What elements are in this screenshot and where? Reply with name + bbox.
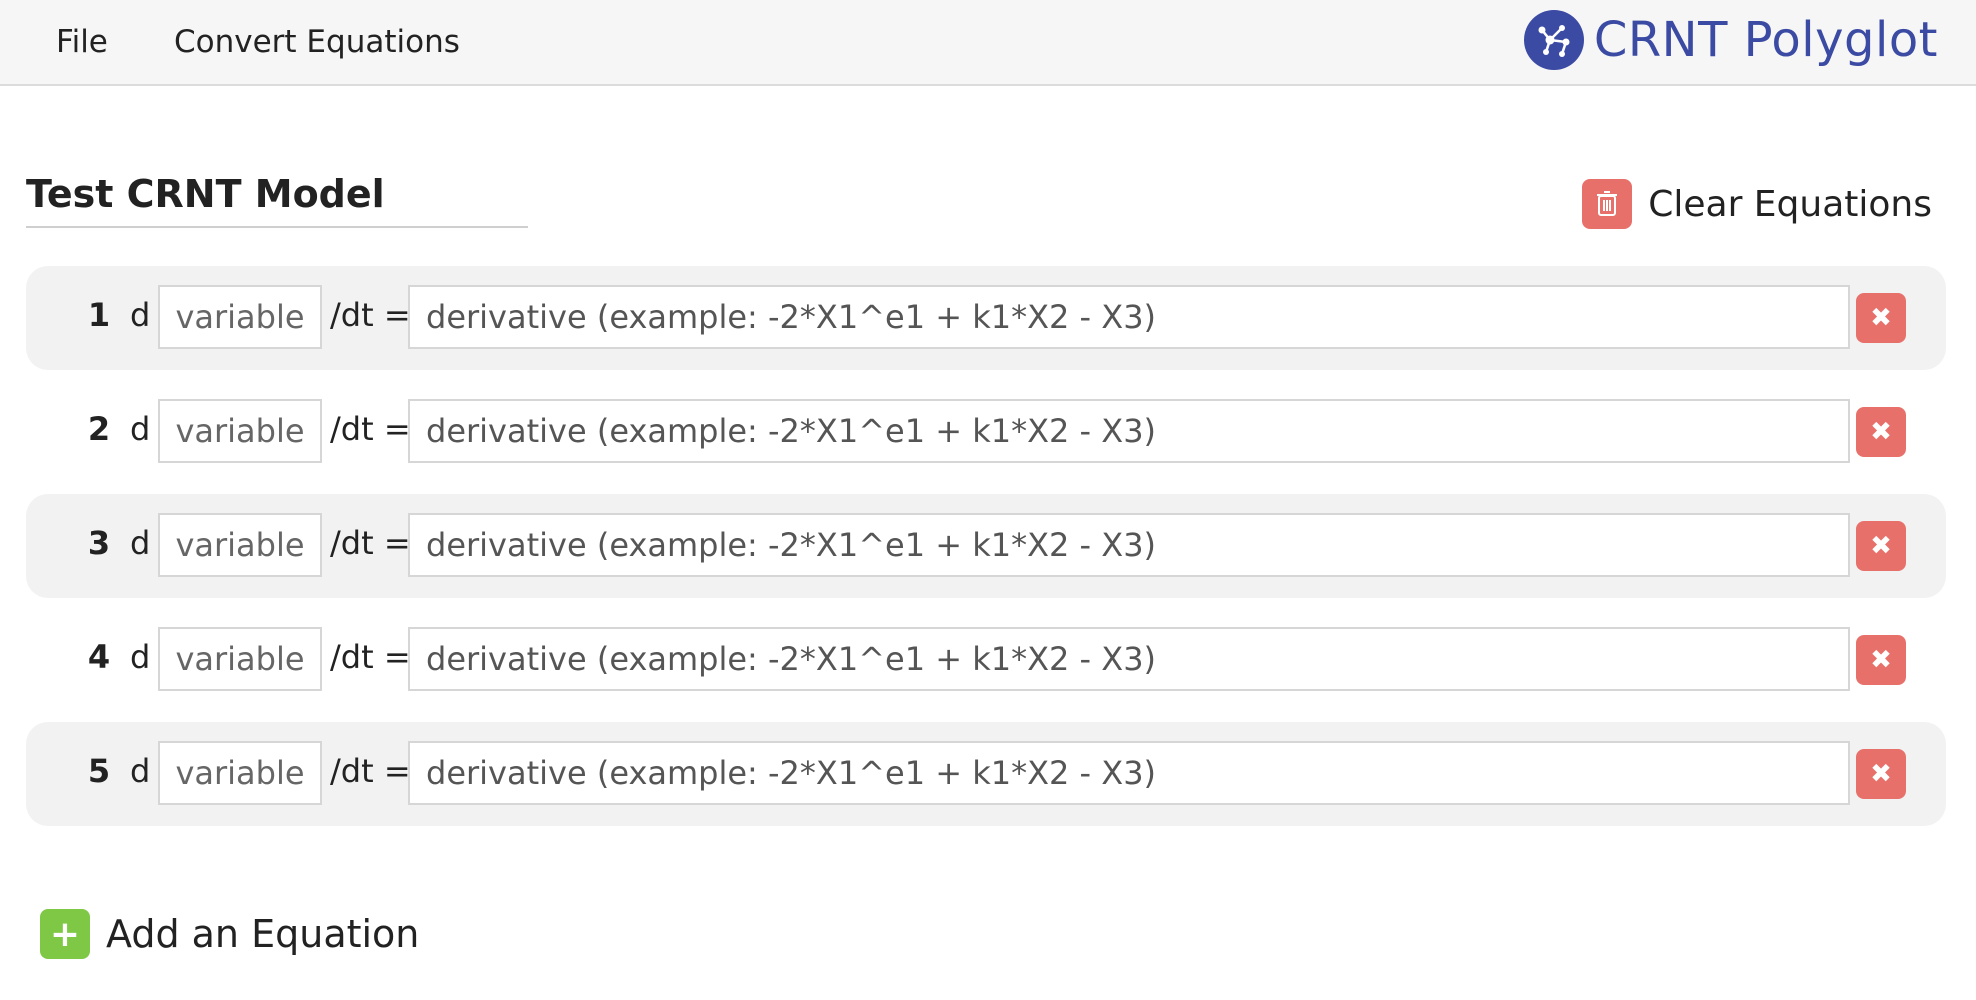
file-menu[interactable]: File — [56, 22, 108, 62]
d-label: d — [130, 296, 151, 334]
close-icon: ✖ — [1870, 531, 1892, 561]
variable-input[interactable] — [158, 627, 322, 691]
derivative-input[interactable] — [408, 399, 1850, 463]
brand-name: CRNT Polyglot — [1593, 12, 1938, 68]
d-label: d — [130, 410, 151, 448]
d-label: d — [130, 638, 151, 676]
equation-number: 1 — [87, 296, 111, 334]
close-icon: ✖ — [1870, 303, 1892, 333]
equation-number: 4 — [87, 638, 111, 676]
network-graph-icon — [1523, 10, 1584, 70]
equation-number: 2 — [87, 410, 111, 448]
derivative-input[interactable] — [408, 627, 1850, 691]
d-label: d — [130, 752, 151, 790]
convert-equations-menu[interactable]: Convert Equations — [174, 22, 460, 62]
dt-label: /dt = — [330, 752, 411, 790]
equation-row: 3 d /dt = ✖ — [26, 494, 1946, 598]
variable-input[interactable] — [158, 741, 322, 805]
equation-row: 5 d /dt = ✖ — [26, 722, 1946, 826]
delete-equation-button[interactable]: ✖ — [1856, 749, 1906, 799]
model-title-field[interactable]: Test CRNT Model — [26, 166, 528, 228]
dt-label: /dt = — [330, 410, 411, 448]
close-icon: ✖ — [1870, 417, 1892, 447]
equation-row: 1 d /dt = ✖ — [26, 266, 1946, 370]
top-navbar: File Convert Equations CRNT Polyglot — [0, 0, 1976, 86]
brand[interactable]: CRNT Polyglot — [1523, 8, 1938, 72]
derivative-input[interactable] — [408, 513, 1850, 577]
variable-input[interactable] — [158, 285, 322, 349]
add-equation-button[interactable]: + Add an Equation — [40, 908, 419, 960]
dt-label: /dt = — [330, 524, 411, 562]
equation-row: 4 d /dt = ✖ — [26, 608, 1946, 712]
dt-label: /dt = — [330, 296, 411, 334]
equation-row: 2 d /dt = ✖ — [26, 380, 1946, 484]
close-icon: ✖ — [1870, 645, 1892, 675]
d-label: d — [130, 524, 151, 562]
delete-equation-button[interactable]: ✖ — [1856, 521, 1906, 571]
equation-number: 5 — [87, 752, 111, 790]
trash-icon — [1582, 179, 1633, 229]
delete-equation-button[interactable]: ✖ — [1856, 293, 1906, 343]
delete-equation-button[interactable]: ✖ — [1856, 407, 1906, 457]
clear-equations-label: Clear Equations — [1648, 183, 1932, 225]
derivative-input[interactable] — [408, 741, 1850, 805]
add-equation-label: Add an Equation — [106, 912, 420, 956]
plus-icon: + — [40, 909, 90, 959]
delete-equation-button[interactable]: ✖ — [1856, 635, 1906, 685]
derivative-input[interactable] — [408, 285, 1850, 349]
model-title: Test CRNT Model — [26, 172, 385, 216]
clear-equations-button[interactable]: Clear Equations — [1582, 178, 1932, 230]
close-icon: ✖ — [1870, 759, 1892, 789]
variable-input[interactable] — [158, 399, 322, 463]
equation-number: 3 — [87, 524, 111, 562]
dt-label: /dt = — [330, 638, 411, 676]
variable-input[interactable] — [158, 513, 322, 577]
